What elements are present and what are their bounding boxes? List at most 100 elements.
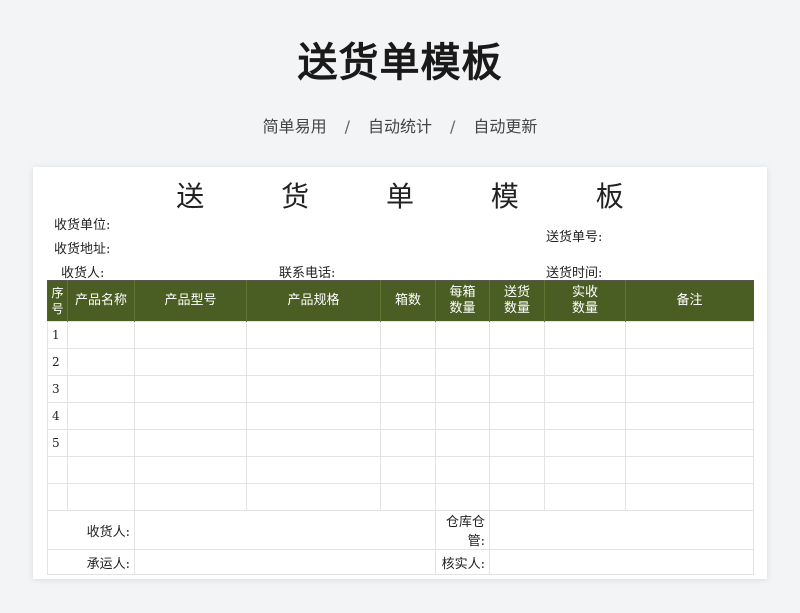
table-cell[interactable] (625, 375, 754, 403)
row-index-cell: 4 (47, 402, 68, 430)
delivery-table: 序号 产品名称 产品型号 产品规格 箱数 每箱 数量 送货 数量 实收 数量 备注 1… (47, 280, 754, 575)
footer-warehouse-field[interactable] (489, 510, 754, 550)
table-cell[interactable] (134, 321, 247, 349)
table-cell[interactable] (246, 483, 381, 511)
footer-row-1: 收货人: 仓库仓管: (47, 510, 754, 550)
tag-auto-stats: 自动统计 (367, 117, 432, 136)
table-cell[interactable] (380, 321, 436, 349)
footer-checker-label: 核实人: (435, 549, 490, 575)
table-cell[interactable] (380, 483, 436, 511)
table-row: 4 (47, 402, 754, 430)
delivery-note-sheet: 送 货 单 模 板 收货单位: 收货地址: 送货单号: 收货人: 联系电话: 送… (33, 167, 767, 579)
table-cell[interactable] (489, 402, 545, 430)
table-cell[interactable] (134, 402, 247, 430)
table-cell[interactable] (544, 375, 626, 403)
table-cell[interactable] (380, 402, 436, 430)
table-cell[interactable] (380, 348, 436, 376)
tag-separator: / (344, 117, 350, 136)
table-cell[interactable] (246, 375, 381, 403)
table-cell[interactable] (625, 429, 754, 457)
table-row (47, 456, 754, 484)
table-cell[interactable] (544, 429, 626, 457)
table-cell[interactable] (489, 483, 545, 511)
table-cell[interactable] (435, 483, 490, 511)
table-cell[interactable] (380, 429, 436, 457)
table-cell[interactable] (246, 429, 381, 457)
footer-warehouse-label: 仓库仓管: (435, 510, 490, 550)
table-cell[interactable] (134, 375, 247, 403)
table-cell[interactable] (246, 321, 381, 349)
table-cell[interactable] (625, 402, 754, 430)
receiver-address-label: 收货地址: (54, 242, 111, 257)
table-cell[interactable] (489, 456, 545, 484)
footer-carrier-field[interactable] (134, 549, 436, 575)
phone-label: 联系电话: (279, 266, 336, 281)
table-row (47, 483, 754, 511)
tag-easy: 简单易用 (262, 117, 327, 136)
footer-receiver-field[interactable] (134, 510, 436, 550)
tag-auto-update: 自动更新 (473, 117, 538, 136)
col-header-remarks: 备注 (625, 280, 754, 322)
table-cell[interactable] (435, 348, 490, 376)
table-cell[interactable] (625, 348, 754, 376)
table-cell[interactable] (67, 402, 135, 430)
receiver-unit-label: 收货单位: (54, 218, 111, 233)
table-cell[interactable] (67, 348, 135, 376)
table-cell[interactable] (544, 402, 626, 430)
footer-checker-field[interactable] (489, 549, 754, 575)
receiver-label: 收货人: (61, 266, 105, 281)
table-row: 3 (47, 375, 754, 403)
table-cell[interactable] (489, 429, 545, 457)
table-cell[interactable] (544, 483, 626, 511)
delivery-time-label: 送货时间: (546, 266, 603, 281)
table-cell[interactable] (246, 402, 381, 430)
table-cell[interactable] (435, 321, 490, 349)
page-title: 送货单模板 (297, 40, 503, 86)
table-cell[interactable] (625, 321, 754, 349)
footer-carrier-label: 承运人: (47, 549, 135, 575)
feature-tags: 简单易用 / 自动统计 / 自动更新 (0, 113, 800, 137)
table-cell[interactable] (134, 456, 247, 484)
row-index-cell (47, 483, 68, 511)
table-cell[interactable] (435, 375, 490, 403)
table-cell[interactable] (544, 456, 626, 484)
col-header-spec: 产品规格 (246, 280, 381, 322)
col-header-qty-per-box: 每箱 数量 (435, 280, 490, 322)
table-header-row: 序号 产品名称 产品型号 产品规格 箱数 每箱 数量 送货 数量 实收 数量 备注 (47, 280, 754, 322)
col-header-index: 序号 (47, 280, 68, 322)
sheet-title: 送 货 单 模 板 (176, 180, 658, 213)
table-cell[interactable] (435, 402, 490, 430)
table-cell[interactable] (380, 456, 436, 484)
table-cell[interactable] (544, 348, 626, 376)
footer-receiver-label: 收货人: (47, 510, 135, 550)
delivery-number-label: 送货单号: (546, 230, 603, 245)
table-cell[interactable] (134, 483, 247, 511)
table-cell[interactable] (134, 429, 247, 457)
table-cell[interactable] (67, 321, 135, 349)
table-row: 5 (47, 429, 754, 457)
table-cell[interactable] (67, 483, 135, 511)
table-cell[interactable] (134, 348, 247, 376)
table-cell[interactable] (67, 429, 135, 457)
table-cell[interactable] (246, 348, 381, 376)
col-header-product-name: 产品名称 (67, 280, 135, 322)
table-cell[interactable] (380, 375, 436, 403)
table-cell[interactable] (625, 483, 754, 511)
table-cell[interactable] (489, 375, 545, 403)
row-index-cell: 3 (47, 375, 68, 403)
col-header-delivered-qty: 送货 数量 (489, 280, 545, 322)
table-cell[interactable] (489, 348, 545, 376)
table-cell[interactable] (67, 375, 135, 403)
table-cell[interactable] (246, 456, 381, 484)
table-row: 1 (47, 321, 754, 349)
table-cell[interactable] (435, 456, 490, 484)
table-cell[interactable] (435, 429, 490, 457)
col-header-received-qty: 实收 数量 (544, 280, 626, 322)
row-index-cell: 1 (47, 321, 68, 349)
table-cell[interactable] (489, 321, 545, 349)
table-cell[interactable] (625, 456, 754, 484)
col-header-model: 产品型号 (134, 280, 247, 322)
table-cell[interactable] (544, 321, 626, 349)
table-cell[interactable] (67, 456, 135, 484)
footer-row-2: 承运人: 核实人: (47, 549, 754, 575)
